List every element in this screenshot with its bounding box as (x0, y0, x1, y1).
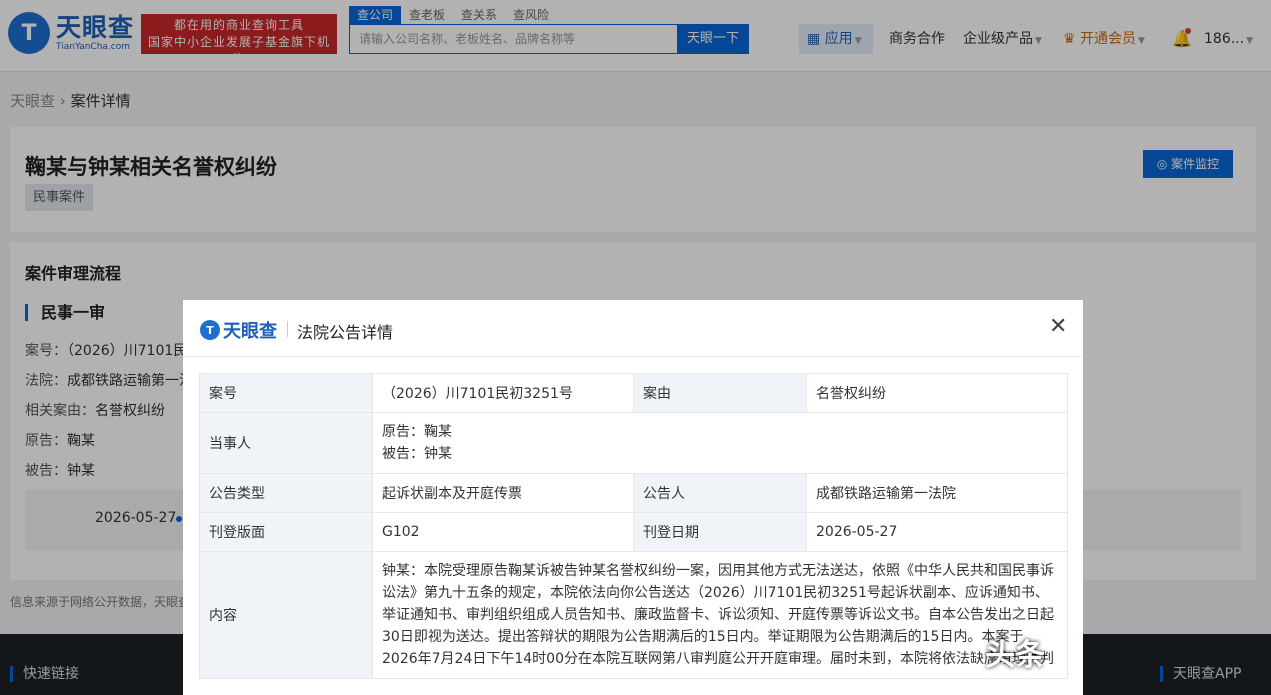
court-notice-modal: T 天眼查 法院公告详情 ✕ 案号 （2026）川7101民初3251号 案由 … (183, 300, 1083, 695)
table-row: 当事人 原告：鞠某 被告：钟某 (199, 412, 1068, 474)
modal-title: 法院公告详情 (297, 323, 394, 342)
value-case-no: （2026）川7101民初3251号 (372, 373, 634, 413)
modal-logo: T 天眼查 (200, 317, 277, 343)
close-icon[interactable]: ✕ (1049, 315, 1067, 339)
value-announcer: 成都铁路运输第一法院 (806, 473, 1068, 513)
value-content: 钟某：本院受理原告鞠某诉被告钟某名誉权纠纷一案，因用其他方式无法送达，依照《中华… (372, 551, 1068, 679)
modal-header: T 天眼查 法院公告详情 ✕ (183, 300, 1083, 357)
notice-table: 案号 （2026）川7101民初3251号 案由 名誉权纠纷 当事人 原告：鞠某… (199, 373, 1068, 679)
label-announcer: 公告人 (633, 473, 807, 513)
watermark: 头条 (985, 638, 1045, 673)
label-content: 内容 (199, 551, 373, 679)
logo-icon: T (200, 320, 220, 340)
value-publish-date: 2026-05-27 (806, 512, 1068, 552)
table-row: 公告类型 起诉状副本及开庭传票 公告人 成都铁路运输第一法院 (199, 473, 1068, 513)
value-cause: 名誉权纠纷 (806, 373, 1068, 413)
table-row: 案号 （2026）川7101民初3251号 案由 名誉权纠纷 (199, 373, 1068, 413)
value-page: G102 (372, 512, 634, 552)
label-page: 刊登版面 (199, 512, 373, 552)
table-row: 刊登版面 G102 刊登日期 2026-05-27 (199, 512, 1068, 552)
value-notice-type: 起诉状副本及开庭传票 (372, 473, 634, 513)
label-publish-date: 刊登日期 (633, 512, 807, 552)
label-case-no: 案号 (199, 373, 373, 413)
label-parties: 当事人 (199, 412, 373, 474)
label-cause: 案由 (633, 373, 807, 413)
divider (287, 321, 288, 337)
value-parties: 原告：鞠某 被告：钟某 (372, 412, 1068, 474)
table-row: 内容 钟某：本院受理原告鞠某诉被告钟某名誉权纠纷一案，因用其他方式无法送达，依照… (199, 551, 1068, 679)
label-notice-type: 公告类型 (199, 473, 373, 513)
